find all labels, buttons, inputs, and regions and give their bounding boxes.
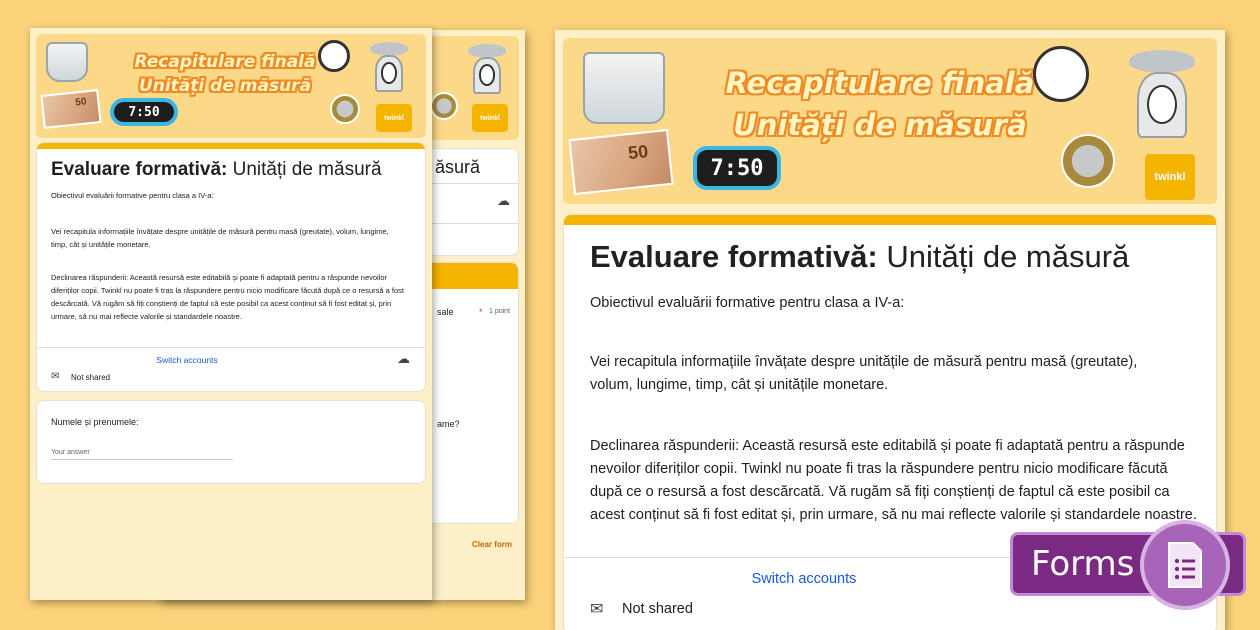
back-question2-label: ame? <box>437 419 460 429</box>
left-intro: Vei recapitula informațiile învățate des… <box>51 227 389 249</box>
right-twinkl-logo: twinkl <box>1145 154 1195 200</box>
right-switch-accounts-link[interactable]: Switch accounts <box>564 571 1044 587</box>
left-question-label: Numele și prenumele: <box>51 417 139 427</box>
right-intro: Vei recapitula informațiile învățate des… <box>590 354 1138 393</box>
left-title-rest: Unități de măsură <box>227 159 382 180</box>
right-form-title: Evaluare formativă: Unități de măsură <box>590 239 1129 275</box>
back-twinkl-logo: twinkl <box>472 104 508 132</box>
left-banner-title: Recapitulare finală Unități de măsură <box>110 50 340 98</box>
left-cloud-icon: ☁ <box>397 351 410 366</box>
right-banknote-icon: 50 <box>568 128 674 196</box>
right-kitchen-scale-icon <box>1129 50 1195 138</box>
left-form-title: Evaluare formativă: Unități de măsură <box>51 159 382 181</box>
wall-clock-icon <box>318 40 350 72</box>
right-title-bold: Evaluare formativă: <box>590 239 878 274</box>
back-points: 1 point <box>489 308 511 315</box>
left-objective: Obiectivul evaluării formative pentru cl… <box>51 191 214 200</box>
right-not-shared: Not shared <box>622 601 693 617</box>
right-coin-icon <box>1061 134 1115 188</box>
right-objective: Obiectivul evaluării formative pentru cl… <box>590 295 905 311</box>
front-left-page: 50 Recapitulare finală Unități de măsură… <box>30 28 432 600</box>
left-not-shared: Not shared <box>71 373 111 382</box>
back-question-label: sale <box>437 307 454 317</box>
right-title-rest: Unități de măsură <box>877 239 1130 274</box>
back-scale-icon <box>468 44 506 94</box>
kitchen-scale-icon <box>370 42 408 92</box>
right-wall-clock-icon <box>1033 46 1089 102</box>
right-digital-clock-icon: 7:50 <box>693 146 781 190</box>
left-switch-accounts-link[interactable]: Switch accounts <box>37 355 337 365</box>
right-measuring-jug-icon <box>583 52 665 124</box>
left-disclaimer: Declinarea răspunderii: Această resursă … <box>51 273 404 321</box>
right-banknote-value: 50 <box>627 141 650 164</box>
left-title-bold: Evaluare formativă: <box>51 159 228 180</box>
right-title-line2: Unități de măsură <box>733 108 1027 142</box>
right-not-shared-icon: ✉ <box>590 601 604 618</box>
forms-badge-label: Forms <box>1031 544 1135 584</box>
google-forms-icon <box>1140 520 1230 610</box>
coin-icon <box>330 94 360 124</box>
clear-form-link[interactable]: Clear form <box>472 540 512 549</box>
right-title-line1: Recapitulare finală <box>725 66 1035 100</box>
back-form-title: ăsură <box>435 157 481 177</box>
left-title-line1: Recapitulare finală <box>134 52 316 72</box>
left-answer-input[interactable]: Your answer <box>51 449 233 460</box>
banknote-icon: 50 <box>40 89 102 129</box>
digital-clock-icon: 7:50 <box>110 98 178 126</box>
measuring-jug-icon <box>46 42 88 82</box>
left-title-card: Evaluare formativă: Unități de măsură Ob… <box>36 142 426 392</box>
right-banner-title: Recapitulare finală Unități de măsură <box>690 62 1070 146</box>
back-cloud-icon: ☁ <box>497 193 510 208</box>
back-coin-icon <box>430 92 458 120</box>
left-title-line2: Unități de măsură <box>138 76 312 96</box>
banknote-value: 50 <box>74 96 88 109</box>
left-not-shared-icon: ✉ <box>51 371 60 382</box>
twinkl-logo: twinkl <box>376 104 412 132</box>
back-required-mark: * <box>479 307 483 317</box>
right-disclaimer: Declinarea răspunderii: Această resursă … <box>590 438 1197 523</box>
left-question-card: Numele și prenumele: Your answer <box>36 400 426 484</box>
